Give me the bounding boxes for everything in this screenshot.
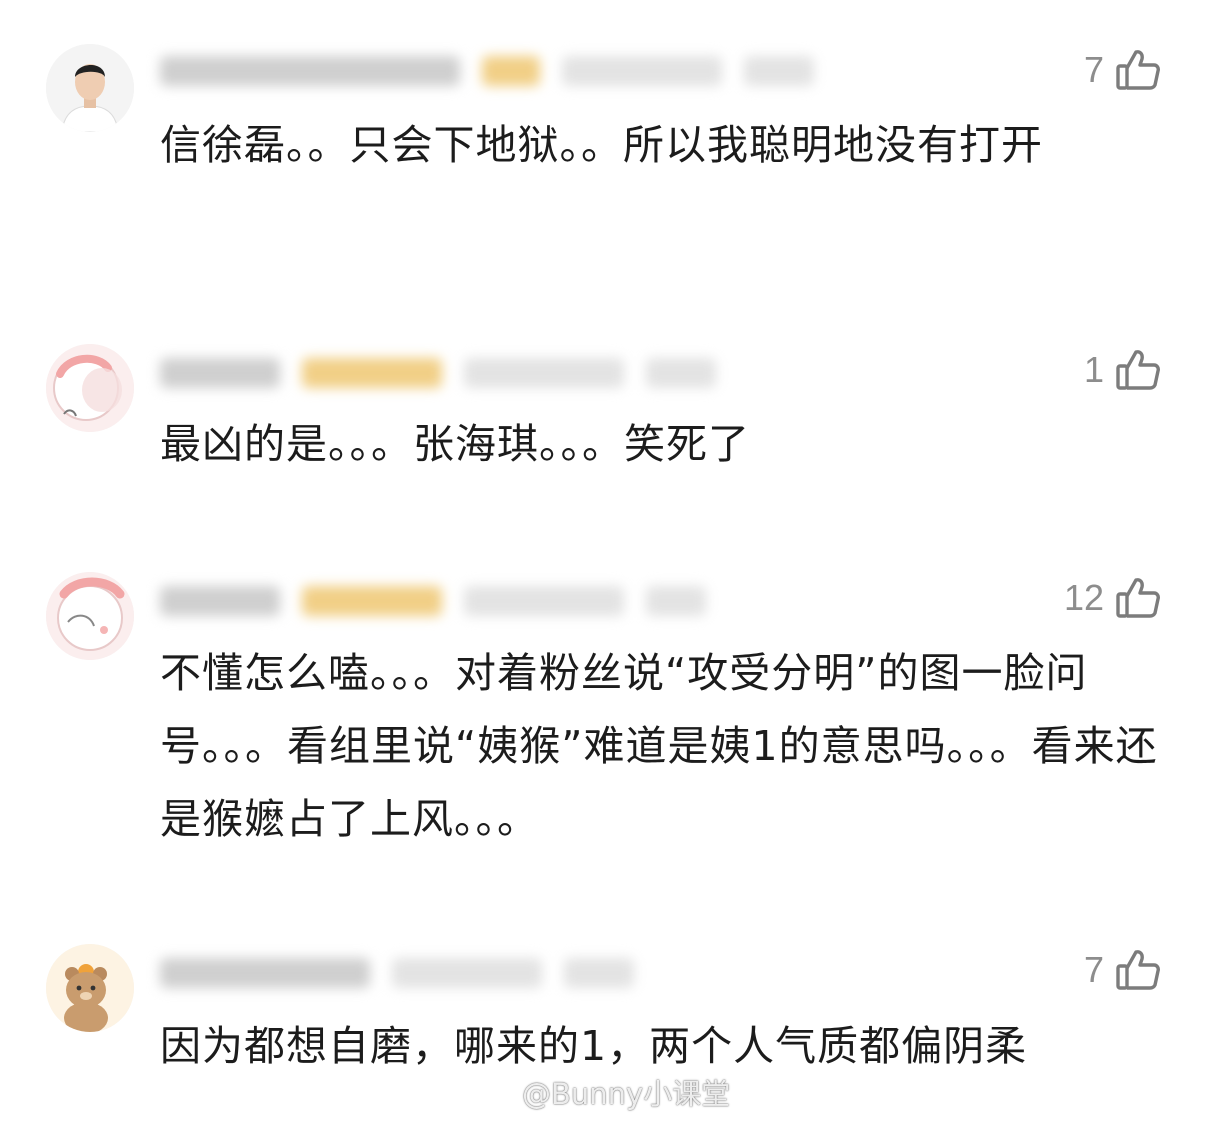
watermark: @Bunny小课堂 xyxy=(470,1068,730,1115)
comment-text: 信徐磊。。只会下地狱。。所以我聪明地没有打开 xyxy=(160,121,1043,169)
avatar[interactable] xyxy=(46,344,134,432)
like-button[interactable]: 1 xyxy=(1084,346,1162,394)
bear-cartoon-avatar-icon xyxy=(46,944,134,1032)
weibo-logo-icon xyxy=(470,1068,516,1115)
avatar[interactable] xyxy=(46,572,134,660)
watermark-text: @Bunny小课堂 xyxy=(522,1076,731,1111)
pink-cartoon-avatar-icon xyxy=(46,344,134,432)
like-button[interactable]: 7 xyxy=(1084,46,1162,94)
avatar[interactable] xyxy=(46,44,134,132)
like-count: 1 xyxy=(1083,349,1104,390)
like-button[interactable]: 12 xyxy=(1064,574,1162,622)
comment-text: 不懂怎么嗑。。。对着粉丝说“攻受分明”的图一脸问号。。。看组里说“姨猴”难道是姨… xyxy=(160,649,1158,843)
like-count: 12 xyxy=(1063,577,1104,618)
man-portrait-avatar-icon xyxy=(46,44,134,132)
thumbs-up-icon xyxy=(1114,574,1162,622)
thumbs-up-icon xyxy=(1114,46,1162,94)
username-blurred xyxy=(160,956,634,990)
like-count: 7 xyxy=(1083,49,1104,90)
username-blurred xyxy=(160,54,814,88)
username-blurred xyxy=(160,584,706,618)
avatar[interactable] xyxy=(46,944,134,1032)
comment-text: 最凶的是。。。张海琪。。。笑死了 xyxy=(160,420,750,468)
pink-cartoon-avatar-icon xyxy=(46,572,134,660)
thumbs-up-icon xyxy=(1114,346,1162,394)
username-blurred xyxy=(160,356,716,390)
like-button[interactable]: 7 xyxy=(1084,946,1162,994)
thumbs-up-icon xyxy=(1114,946,1162,994)
like-count: 7 xyxy=(1083,949,1104,990)
